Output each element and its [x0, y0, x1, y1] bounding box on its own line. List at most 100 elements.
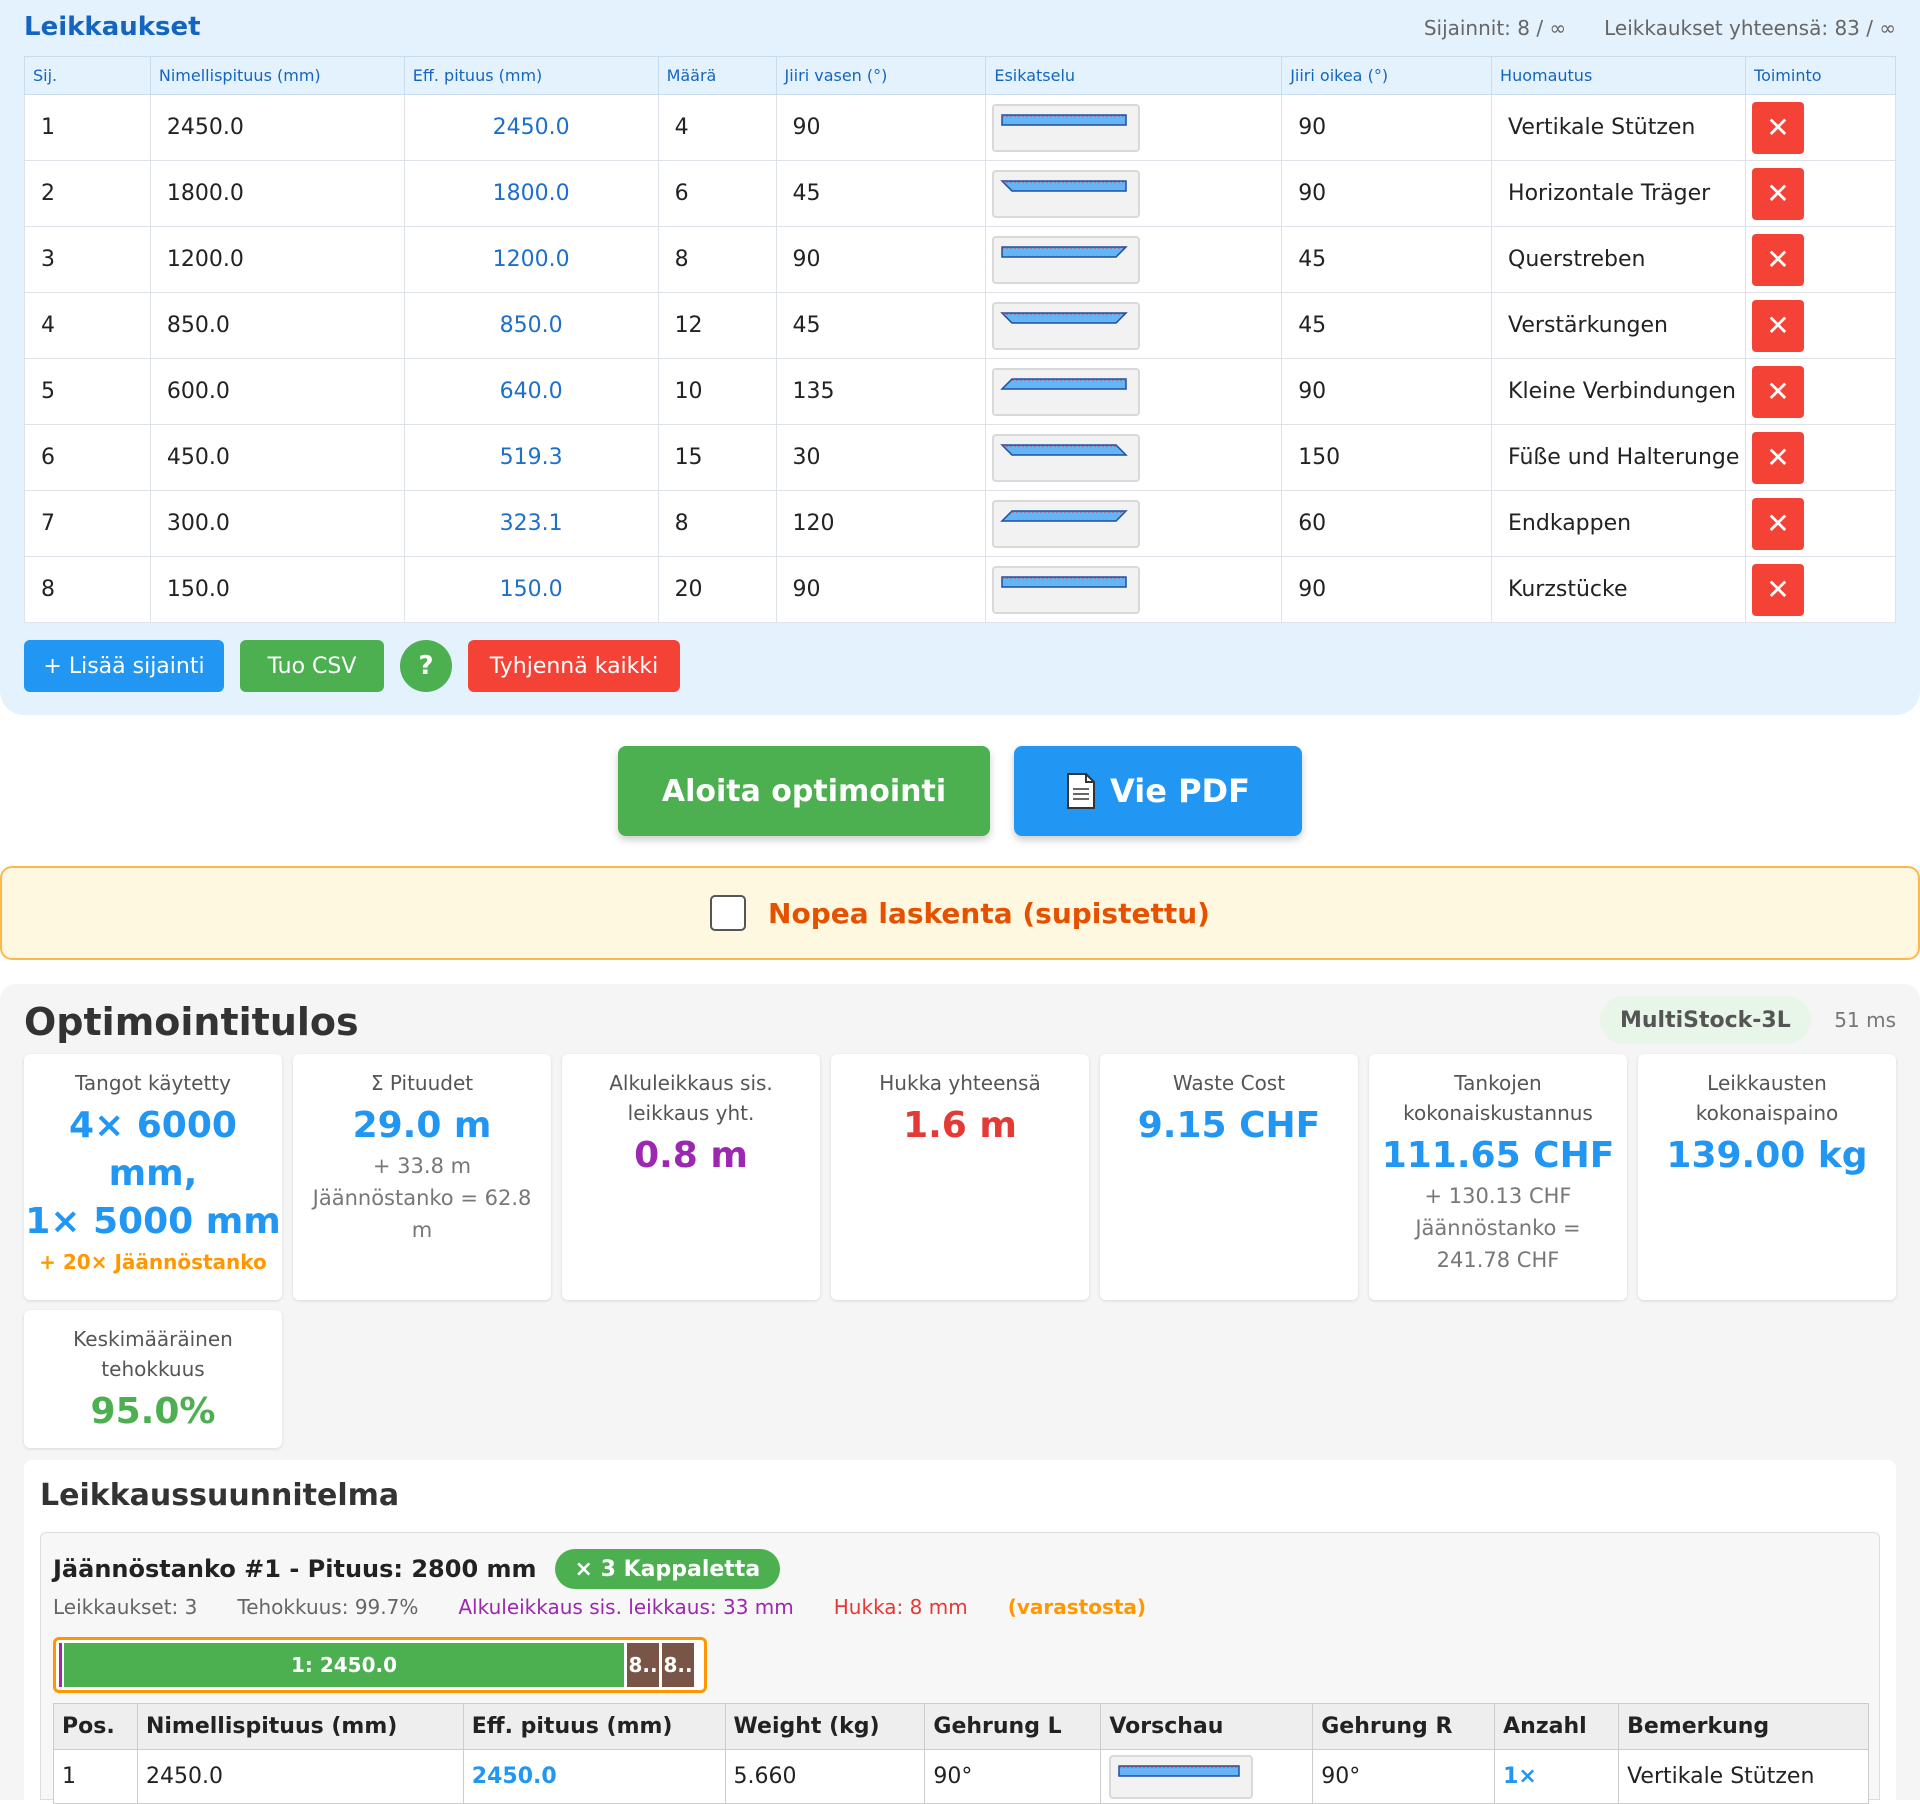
card-value: 9.15 CHF [1137, 1105, 1321, 1146]
cut-miter-left[interactable]: 135 [775, 358, 987, 425]
cut-effective-length: 1200.0 [403, 226, 659, 293]
cut-pos: 8 [24, 556, 151, 623]
algorithm-badge: MultiStock-3L [1600, 996, 1811, 1044]
col-header: Esikatselu [985, 56, 1283, 95]
cut-effective-length: 150.0 [403, 556, 659, 623]
bar-segment: 1: 2450.0 [64, 1643, 624, 1687]
cut-quantity[interactable]: 8 [657, 490, 777, 557]
cut-note[interactable]: Füße und Halterunge [1491, 424, 1747, 491]
cut-note[interactable]: Endkappen [1491, 490, 1747, 557]
cut-note[interactable]: Kurzstücke [1491, 556, 1747, 623]
card-total-cost: Tankojen kokonaiskustannus 111.65 CHF + … [1369, 1054, 1627, 1300]
fast-calc-checkbox[interactable] [710, 895, 747, 931]
col-header: Jiiri vasen (°) [775, 56, 987, 95]
bar-segment: 8.. [627, 1643, 659, 1687]
col-header: Bemerkung [1618, 1703, 1869, 1750]
cut-miter-left[interactable]: 120 [775, 490, 987, 557]
clear-all-button[interactable]: Tyhjennä kaikki [468, 640, 680, 692]
preview-box [992, 103, 1141, 152]
close-icon: ✕ [1766, 177, 1790, 209]
export-pdf-button[interactable]: Vie PDF [1014, 746, 1302, 836]
card-lengths: Σ Pituudet 29.0 m + 33.8 m Jäännöstanko … [293, 1054, 551, 1300]
cut-miter-left[interactable]: 90 [775, 556, 987, 623]
cut-effective-length: 850.0 [403, 292, 659, 359]
cut-quantity[interactable]: 8 [657, 226, 777, 293]
cut-nominal-length[interactable]: 150.0 [149, 556, 405, 623]
cut-miter-right[interactable]: 90 [1281, 358, 1493, 425]
cut-note[interactable]: Vertikale Stützen [1491, 94, 1747, 161]
cut-note[interactable]: Verstärkungen [1491, 292, 1747, 359]
cut-nominal-length[interactable]: 300.0 [149, 490, 405, 557]
cut-miter-right[interactable]: 90 [1281, 94, 1493, 161]
delete-row-button[interactable]: ✕ [1752, 299, 1805, 352]
plan-row: 1 2450.0 2450.0 5.660 90° 90° 1× Vertikale Stüt… [53, 1749, 1869, 1804]
cut-quantity[interactable]: 10 [657, 358, 777, 425]
cut-quantity[interactable]: 6 [657, 160, 777, 227]
bar-header: Jäännöstanko #1 - Pituus: 2800 mm × 3 Ka… [53, 1549, 781, 1589]
profile-preview [1000, 179, 1128, 192]
delete-row-button[interactable]: ✕ [1752, 563, 1805, 616]
card-label: Hukka yhteensä [879, 1071, 1041, 1095]
delete-row-button[interactable]: ✕ [1752, 431, 1805, 484]
start-optimization-button[interactable]: Aloita optimointi [618, 746, 990, 836]
plan-count: 1× [1494, 1749, 1620, 1804]
delete-row-button[interactable]: ✕ [1752, 497, 1805, 550]
cut-note[interactable]: Querstreben [1491, 226, 1747, 293]
cut-miter-right[interactable]: 150 [1281, 424, 1493, 491]
card-label: Σ Pituudet [370, 1071, 474, 1095]
card-sub: + 33.8 m Jäännöstanko = 62.8 m [312, 1154, 532, 1242]
cut-miter-right[interactable]: 45 [1281, 292, 1493, 359]
delete-row-button[interactable]: ✕ [1752, 365, 1805, 418]
cut-quantity[interactable]: 15 [657, 424, 777, 491]
close-icon: ✕ [1766, 507, 1790, 539]
cut-miter-right[interactable]: 90 [1281, 160, 1493, 227]
total-cuts-stat: Leikkaukset yhteensä: 83 / ∞ [1604, 16, 1896, 40]
cut-pos: 2 [24, 160, 151, 227]
cut-effective-length: 323.1 [403, 490, 659, 557]
profile-preview [1118, 1764, 1241, 1777]
delete-row-button[interactable]: ✕ [1752, 233, 1805, 286]
delete-row-button[interactable]: ✕ [1752, 167, 1805, 220]
add-position-button[interactable]: + Lisää sijainti [24, 640, 224, 692]
col-header: Nimellispituus (mm) [149, 56, 405, 95]
cut-nominal-length[interactable]: 450.0 [149, 424, 405, 491]
plan-preview [1100, 1749, 1314, 1804]
import-csv-button[interactable]: Tuo CSV [240, 640, 384, 692]
cut-preview [985, 94, 1283, 161]
bar-title: Jäännöstanko #1 - Pituus: 2800 mm [53, 1555, 537, 1583]
fast-calc-label[interactable]: Nopea laskenta (supistettu) [768, 897, 1210, 930]
card-waste: Hukka yhteensä 1.6 m [831, 1054, 1089, 1300]
profile-preview [1000, 377, 1128, 390]
card-label: Keskimääräinen tehokkuus [73, 1327, 233, 1381]
cut-miter-left[interactable]: 45 [775, 160, 987, 227]
cut-note[interactable]: Kleine Verbindungen [1491, 358, 1747, 425]
card-value: 29.0 m [352, 1105, 492, 1146]
cut-miter-left[interactable]: 45 [775, 292, 987, 359]
cut-nominal-length[interactable]: 2450.0 [149, 94, 405, 161]
plan-nominal: 2450.0 [136, 1749, 464, 1804]
cut-nominal-length[interactable]: 600.0 [149, 358, 405, 425]
cut-miter-right[interactable]: 45 [1281, 226, 1493, 293]
cut-quantity[interactable]: 12 [657, 292, 777, 359]
document-icon [1067, 773, 1096, 809]
cut-note[interactable]: Horizontale Träger [1491, 160, 1747, 227]
help-button[interactable]: ? [400, 640, 452, 692]
cut-miter-right[interactable]: 60 [1281, 490, 1493, 557]
delete-row-button[interactable]: ✕ [1752, 101, 1805, 154]
cut-miter-left[interactable]: 30 [775, 424, 987, 491]
cut-nominal-length[interactable]: 1200.0 [149, 226, 405, 293]
cut-miter-right[interactable]: 90 [1281, 556, 1493, 623]
cut-pos: 6 [24, 424, 151, 491]
cut-miter-left[interactable]: 90 [775, 94, 987, 161]
cut-quantity[interactable]: 4 [657, 94, 777, 161]
cut-nominal-length[interactable]: 850.0 [149, 292, 405, 359]
preview-box [992, 169, 1141, 218]
card-efficiency: Keskimääräinen tehokkuus 95.0% [24, 1310, 282, 1448]
cut-row: 8 150.0 150.0 20 90 90 Kurzstücke ✕ [24, 556, 1896, 623]
cut-miter-left[interactable]: 90 [775, 226, 987, 293]
cutting-plan: Leikkaussuunnitelma Jäännöstanko #1 - Pi… [24, 1460, 1896, 1804]
cut-quantity[interactable]: 20 [657, 556, 777, 623]
cut-nominal-length[interactable]: 1800.0 [149, 160, 405, 227]
preview-box [992, 433, 1141, 482]
col-header: Anzahl [1494, 1703, 1620, 1750]
